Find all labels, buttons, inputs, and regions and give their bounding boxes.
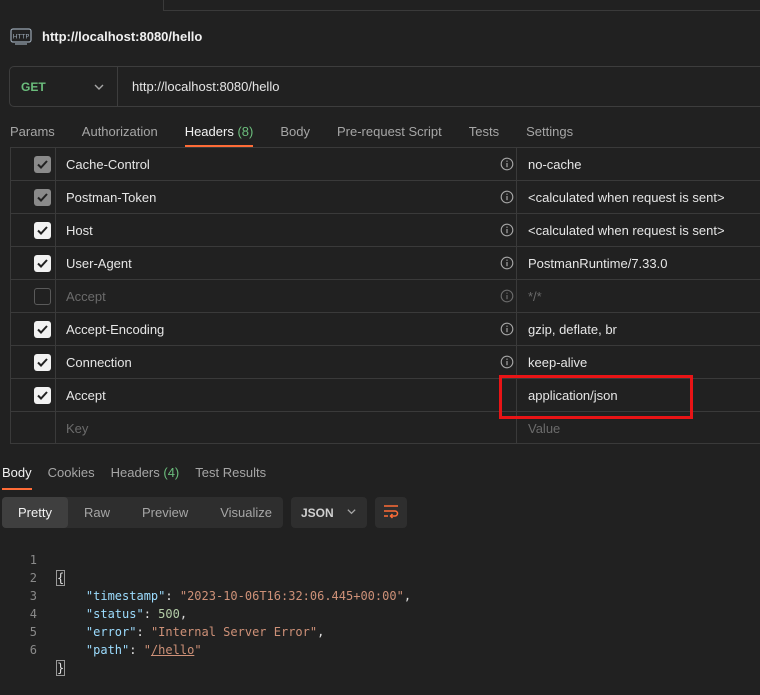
header-value[interactable]: no-cache [528,157,581,172]
tab-body[interactable]: Body [280,118,310,148]
header-key[interactable]: Accept-Encoding [66,322,164,337]
header-row: Host <calculated when request is sent> [11,214,760,247]
method-select[interactable]: GET [10,67,118,106]
tab-pre-request-script[interactable]: Pre-request Script [337,118,442,148]
header-key[interactable]: Accept [66,289,106,304]
response-tab-headers[interactable]: Headers (4) [111,460,180,490]
header-checkbox[interactable] [34,156,51,173]
format-label: JSON [301,505,334,520]
highlight-box [499,375,693,419]
open-brace: { [55,570,66,586]
request-tabs: Params Authorization Headers (8) Body Pr… [0,118,590,148]
header-key[interactable]: Accept [66,388,106,403]
response-tabs: Body Cookies Headers (4) Test Results [0,460,280,490]
info-icon[interactable] [500,223,514,237]
header-row: Postman-Token <calculated when request i… [11,181,760,214]
format-select[interactable]: JSON [291,497,367,528]
tab-tests[interactable]: Tests [469,118,499,148]
visualize-button[interactable]: Visualize [204,497,288,528]
json-number: 500 [158,607,180,621]
header-key[interactable]: User-Agent [66,256,132,271]
header-checkbox[interactable] [34,288,51,305]
json-string: "2023-10-06T16:32:06.445+00:00" [179,589,404,603]
url-bar: GET http://localhost:8080/hello [9,66,760,107]
header-key[interactable]: Host [66,223,93,238]
json-key: "path" [85,643,130,657]
info-icon[interactable] [500,322,514,336]
header-checkbox[interactable] [34,222,51,239]
code-line: 1 { [0,533,66,586]
http-request-icon: HTTP [10,25,32,47]
chevron-down-icon [346,506,357,520]
wrap-lines-icon [382,503,400,522]
header-row: User-Agent PostmanRuntime/7.33.0 [11,247,760,280]
request-title[interactable]: http://localhost:8080/hello [42,29,202,44]
info-icon[interactable] [500,355,514,369]
header-checkbox[interactable] [34,189,51,206]
preview-button[interactable]: Preview [126,497,204,528]
response-tab-body[interactable]: Body [2,460,32,490]
headers-count-badge: (8) [237,124,254,139]
top-strip [0,0,760,11]
pretty-button[interactable]: Pretty [2,497,68,528]
header-checkbox[interactable] [34,255,51,272]
url-input[interactable]: http://localhost:8080/hello [118,79,279,94]
json-key: "error" [85,625,137,639]
header-row: Cache-Control no-cache [11,148,760,181]
tab-authorization[interactable]: Authorization [82,118,158,148]
code-line: 5 "path": "/hello" [0,605,202,657]
tab-headers[interactable]: Headers (8) [184,118,254,148]
header-key[interactable]: Connection [66,355,132,370]
header-value[interactable]: <calculated when request is sent> [528,223,725,238]
header-row: Accept */* [11,280,760,313]
header-value[interactable]: PostmanRuntime/7.33.0 [528,256,667,271]
header-value[interactable]: */* [528,289,542,304]
tab-params[interactable]: Params [10,118,55,148]
info-icon[interactable] [500,190,514,204]
info-icon[interactable] [500,157,514,171]
chevron-down-icon [93,81,105,96]
wrap-lines-button[interactable] [375,497,407,528]
json-key: "status" [85,607,144,621]
header-key[interactable]: Postman-Token [66,190,156,205]
new-value-input[interactable]: Value [528,421,560,436]
code-line: 2 "timestamp": "2023-10-06T16:32:06.445+… [0,551,411,603]
response-tab-cookies[interactable]: Cookies [48,460,95,490]
tab-settings[interactable]: Settings [526,118,573,148]
code-line: 3 "status": 500, [0,569,187,621]
header-value[interactable]: gzip, deflate, br [528,322,617,337]
header-key[interactable]: Cache-Control [66,157,150,172]
header-checkbox[interactable] [34,321,51,338]
svg-text:HTTP: HTTP [13,33,30,41]
method-label: GET [21,79,46,94]
header-checkbox[interactable] [34,354,51,371]
json-string: "Internal Server Error" [150,625,318,639]
response-headers-count-badge: (4) [163,465,180,480]
json-key: "timestamp" [85,589,166,603]
view-mode-segmented: Pretty Raw Preview Visualize [2,497,283,528]
line-number: 6 [29,643,37,657]
header-value[interactable]: <calculated when request is sent> [528,190,725,205]
close-brace: } [55,660,66,676]
raw-button[interactable]: Raw [68,497,126,528]
json-link[interactable]: /hello [151,643,194,657]
info-icon[interactable] [500,256,514,270]
info-icon[interactable] [500,289,514,303]
new-key-input[interactable]: Key [66,421,88,436]
header-row: Accept-Encoding gzip, deflate, br [11,313,760,346]
code-line: 4 "error": "Internal Server Error", [0,587,325,639]
code-line: 6 } [0,623,66,676]
header-value[interactable]: keep-alive [528,355,587,370]
request-title-bar: HTTP http://localhost:8080/hello [10,24,202,48]
response-tab-test-results[interactable]: Test Results [195,460,266,490]
header-checkbox[interactable] [34,387,51,404]
